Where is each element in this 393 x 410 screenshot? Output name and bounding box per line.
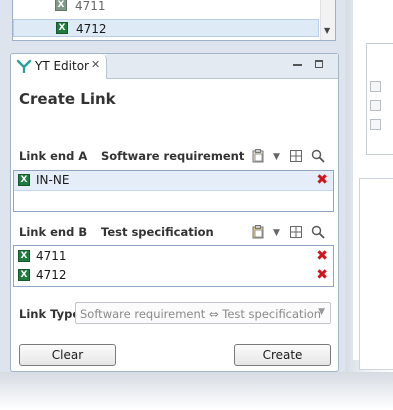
- page-title: Create Link: [19, 90, 116, 108]
- list-item-label: 4712: [36, 268, 67, 282]
- tab-bar: [106, 54, 338, 79]
- link-end-b-list: X 4711 ✖ X 4712 ✖: [13, 245, 334, 287]
- list-item[interactable]: X 4711 ✖: [14, 247, 333, 266]
- excel-file-icon: X: [55, 0, 67, 11]
- close-icon[interactable]: ✕: [91, 58, 100, 71]
- excel-file-icon: X: [56, 22, 68, 34]
- minimize-icon[interactable]: [293, 64, 302, 66]
- excel-file-icon: X: [18, 250, 30, 262]
- side-panel-view: [359, 178, 393, 370]
- side-panel: [353, 0, 393, 370]
- list-item[interactable]: X 4712 ✖: [14, 266, 333, 285]
- scrollbar[interactable]: ▼: [320, 0, 335, 40]
- table-icon[interactable]: [290, 150, 302, 164]
- yt-editor-icon: [16, 59, 32, 76]
- yt-editor-view: YT Editor ✕ Create Link Link end A Softw…: [10, 53, 339, 372]
- link-type-label: Link Type: [19, 307, 81, 321]
- list-item-label: IN-NE: [36, 173, 70, 187]
- chevron-down-icon: ▼: [318, 307, 325, 317]
- delete-icon[interactable]: ✖: [316, 249, 328, 263]
- clear-button[interactable]: Clear: [19, 344, 116, 366]
- paste-icon[interactable]: [252, 225, 264, 241]
- side-panel-box: [366, 43, 393, 155]
- link-end-a-label: Link end A: [19, 149, 88, 163]
- link-end-a-list: X IN-NE ✖: [13, 170, 334, 212]
- search-icon[interactable]: [311, 149, 325, 165]
- maximize-icon[interactable]: [315, 60, 323, 68]
- delete-icon[interactable]: ✖: [316, 173, 328, 187]
- list-item[interactable]: X IN-NE ✖: [14, 171, 333, 191]
- window-shadow-bottom: [0, 372, 393, 410]
- table-icon[interactable]: [290, 226, 302, 240]
- side-checkbox[interactable]: [370, 119, 381, 130]
- dropdown-arrow-icon[interactable]: ▼: [273, 227, 280, 239]
- link-end-b-label: Link end B: [19, 225, 88, 239]
- link-type-value: Software requirement ⇔ Test specificatio…: [80, 307, 322, 321]
- top-item-list: X 4711 X 4712 ▼: [12, 0, 336, 41]
- link-type-select[interactable]: Software requirement ⇔ Test specificatio…: [75, 302, 331, 324]
- dropdown-arrow-icon[interactable]: ▼: [273, 151, 280, 163]
- excel-file-icon: X: [18, 174, 30, 186]
- excel-file-icon: X: [18, 269, 30, 281]
- search-icon[interactable]: [311, 225, 325, 241]
- side-checkbox[interactable]: [370, 100, 381, 111]
- side-checkbox[interactable]: [370, 81, 381, 92]
- list-item-label: 4711: [36, 249, 67, 263]
- paste-icon[interactable]: [252, 149, 264, 165]
- list-item-label: 4712: [76, 22, 107, 36]
- list-item[interactable]: X 4712: [13, 19, 319, 37]
- list-item-label: 4711: [75, 0, 106, 13]
- link-end-a-type: Software requirement: [101, 149, 245, 163]
- create-button[interactable]: Create: [234, 344, 331, 366]
- delete-icon[interactable]: ✖: [316, 268, 328, 282]
- list-item[interactable]: X 4711: [13, 0, 319, 16]
- link-end-b-type: Test specification: [101, 225, 214, 239]
- tab-yt-editor[interactable]: YT Editor ✕: [11, 54, 107, 78]
- scroll-down-icon[interactable]: ▼: [324, 26, 330, 35]
- tab-title: YT Editor: [35, 59, 89, 73]
